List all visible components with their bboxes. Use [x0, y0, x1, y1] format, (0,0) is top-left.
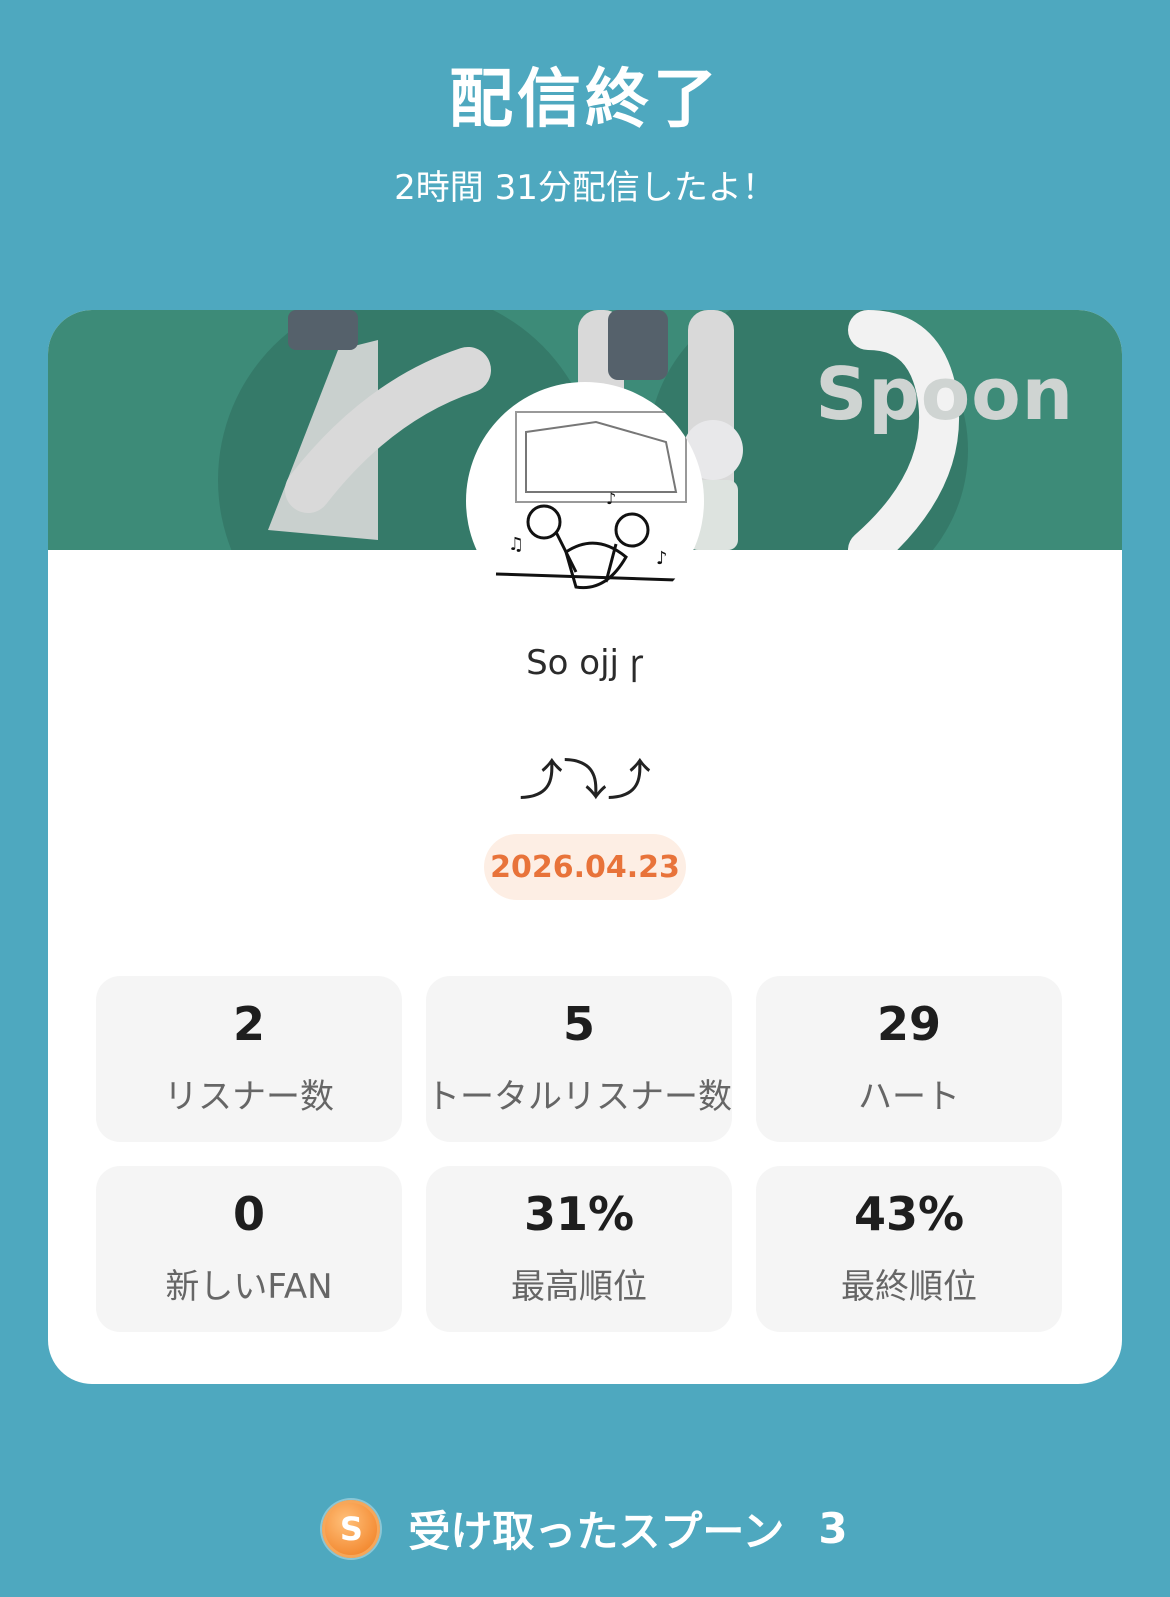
stat-final-rank: 43% 最終順位: [756, 1166, 1062, 1332]
spoon-coin-icon: S: [322, 1499, 381, 1558]
stat-value: 0: [232, 1186, 265, 1241]
username: So ojj ꞅ: [526, 643, 644, 683]
stat-value: 43%: [853, 1186, 965, 1241]
stat-label: リスナー数: [164, 1076, 334, 1117]
stat-value: 5: [562, 996, 595, 1051]
stat-value: 29: [876, 996, 941, 1051]
stats-grid: 2 リスナー数 5 トータルリスナー数 29 ハート 0 新しいFAN 31% …: [96, 976, 1074, 1332]
page-title: 配信終了: [449, 63, 721, 137]
profile-tagline: ⤴⤵⤴: [519, 755, 651, 806]
stat-value: 2: [232, 996, 265, 1051]
svg-text:♪: ♪: [656, 548, 668, 569]
stat-label: ハート: [858, 1076, 960, 1117]
broadcast-duration: 2時間 31分配信したよ！: [394, 168, 776, 208]
avatar[interactable]: ♫ ♪ ♪: [466, 382, 704, 620]
stat-total-listeners: 5 トータルリスナー数: [426, 976, 732, 1142]
received-spoons: S 受け取ったスプーン 3: [0, 1498, 1170, 1559]
received-spoons-count: 3: [818, 1504, 848, 1553]
svg-text:♫: ♫: [508, 534, 524, 555]
stat-new-fans: 0 新しいFAN: [96, 1166, 402, 1332]
stat-listeners: 2 リスナー数: [96, 976, 402, 1142]
broadcast-date-badge: 2026.04.23: [484, 834, 686, 900]
svg-text:♪: ♪: [606, 489, 616, 508]
summary-card: Spoon ♫ ♪ ♪ So ojj ꞅ ⤴⤵⤴ 2026.04.23 2 リス…: [48, 310, 1122, 1384]
avatar-image: ♫ ♪ ♪: [495, 411, 687, 590]
received-spoons-label: 受け取ったスプーン: [408, 1507, 785, 1556]
stat-hearts: 29 ハート: [756, 976, 1062, 1142]
spoon-brand-logo: Spoon: [815, 352, 1074, 436]
stat-label: 最高順位: [511, 1266, 647, 1307]
stat-highest-rank: 31% 最高順位: [426, 1166, 732, 1332]
stat-label: トータルリスナー数: [426, 1076, 732, 1117]
stat-label: 新しいFAN: [165, 1266, 333, 1307]
stat-label: 最終順位: [841, 1266, 977, 1307]
stat-value: 31%: [523, 1186, 635, 1241]
